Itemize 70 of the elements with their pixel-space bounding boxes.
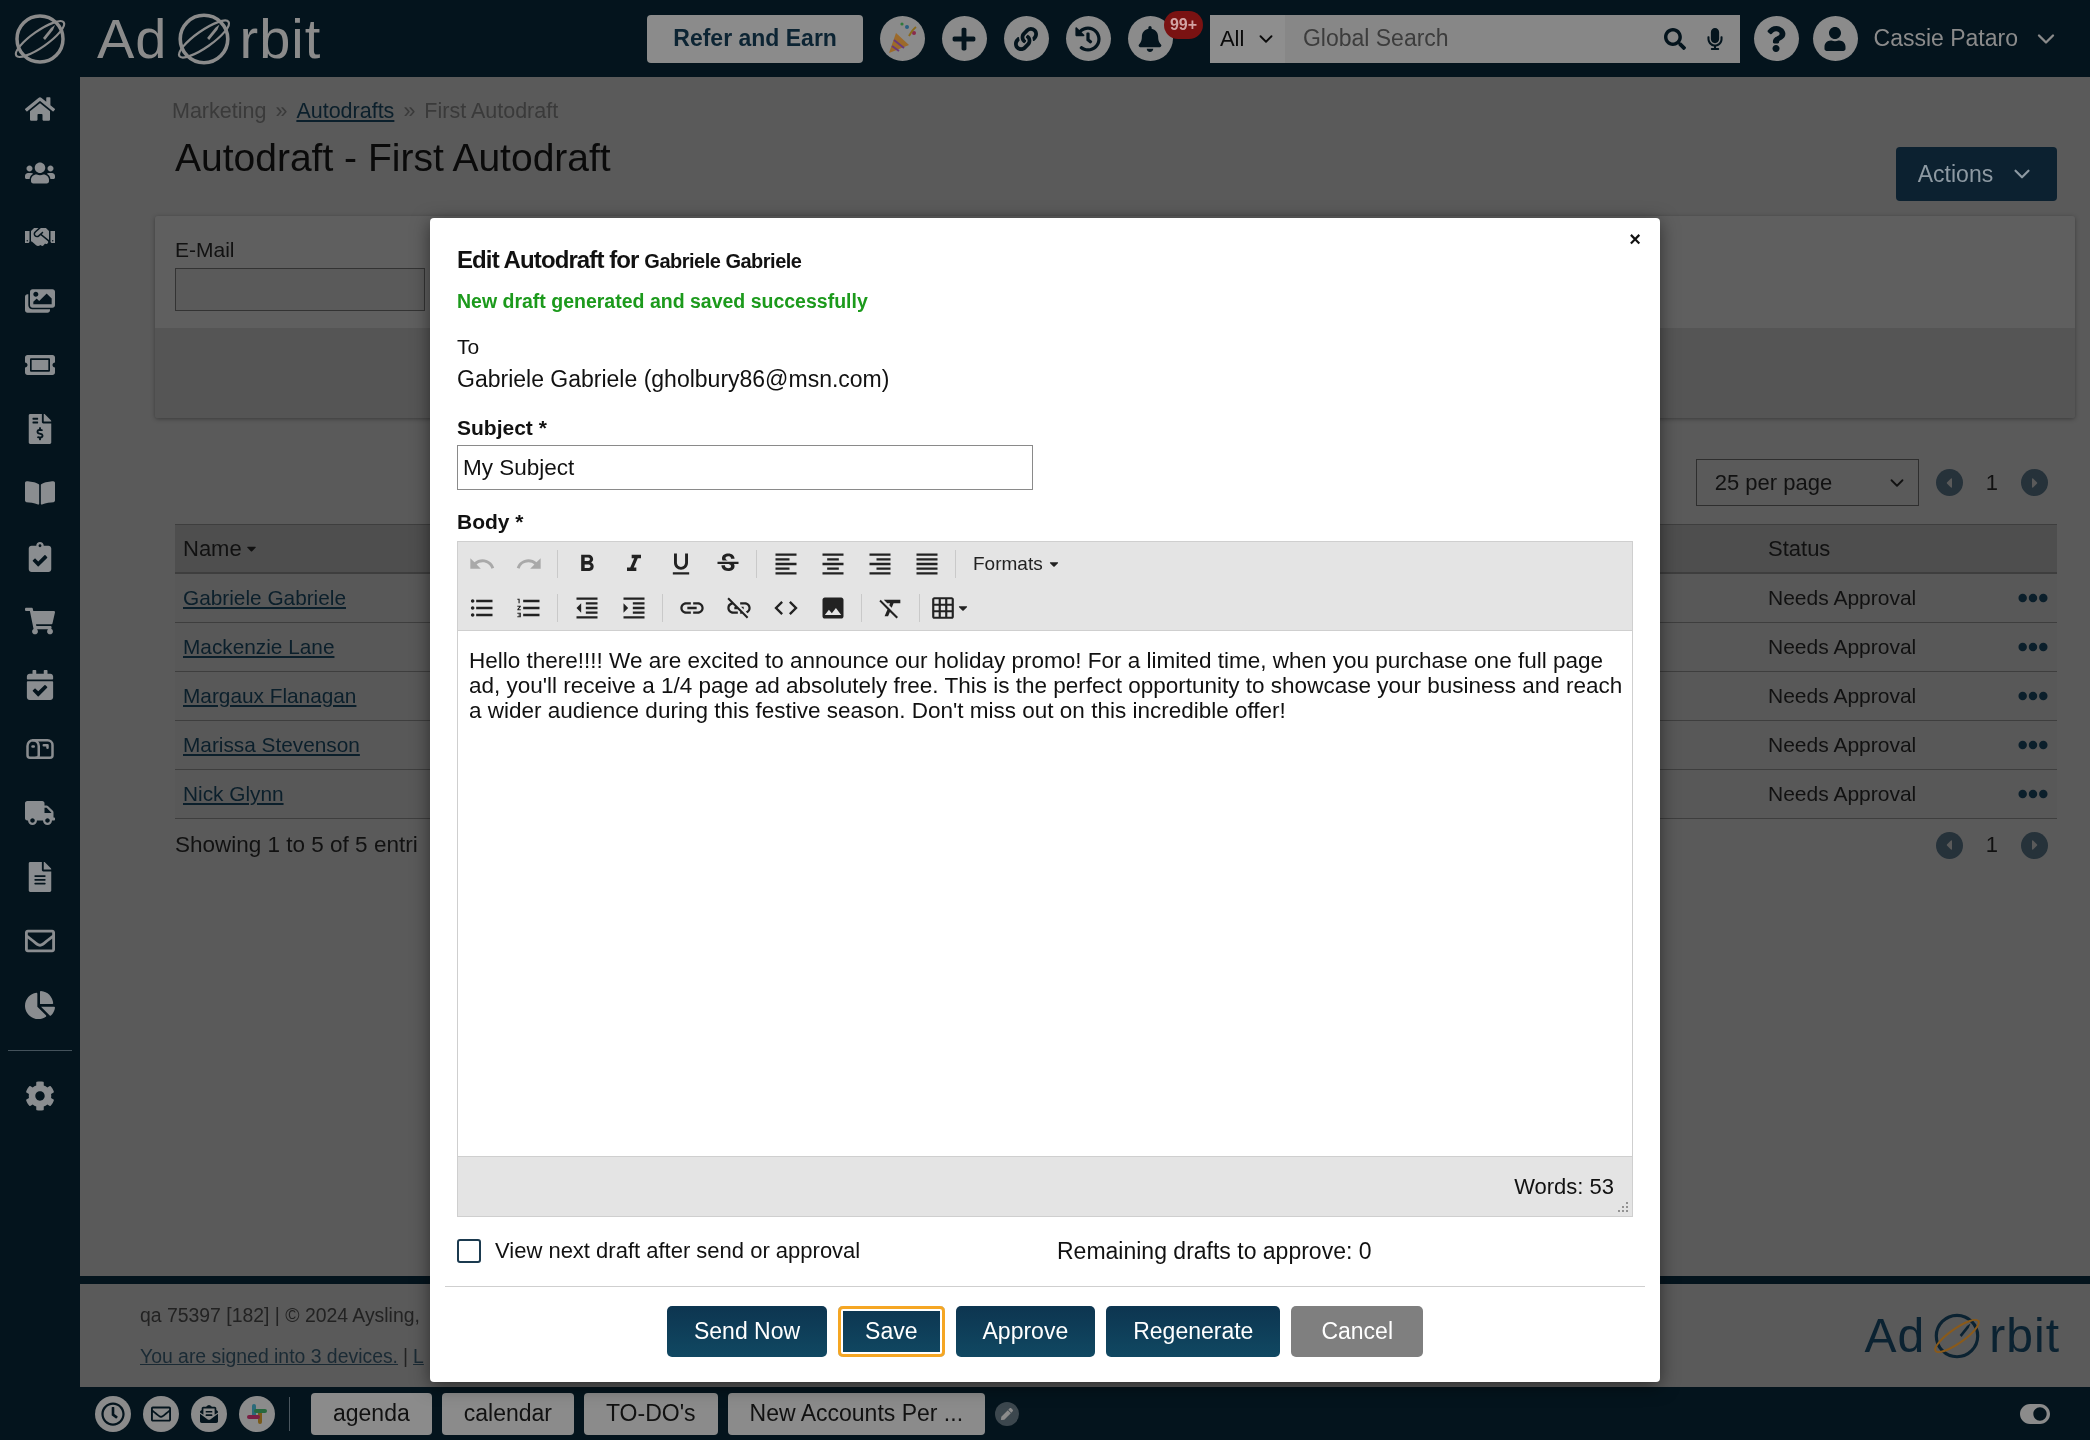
filter-label: E-Mail (175, 238, 235, 262)
remaining-drafts-text: Remaining drafts to approve: 0 (1057, 1237, 1372, 1265)
hash-icon[interactable] (239, 1395, 275, 1432)
breadcrumb-separator: » (275, 98, 288, 124)
calendar-icon[interactable] (25, 670, 55, 700)
formats-dropdown[interactable]: Formats (967, 546, 1067, 582)
status-text: Needs Approval (1768, 635, 1917, 659)
message-icon[interactable] (191, 1395, 227, 1432)
table-icon[interactable] (929, 595, 956, 621)
shopping-cart-icon[interactable] (25, 606, 55, 636)
search-scope-dropdown[interactable]: All (1209, 14, 1285, 63)
search-field[interactable]: Global Search (1300, 24, 1646, 53)
dialog-button[interactable]: Regenerate (1106, 1306, 1281, 1357)
mail-icon[interactable] (143, 1395, 179, 1432)
link-icon[interactable] (1003, 16, 1049, 61)
status-text: Needs Approval (1768, 586, 1917, 610)
history-icon[interactable] (1065, 16, 1111, 61)
body-label: Body * (457, 510, 524, 534)
logo-text: Ad (1864, 1311, 1926, 1360)
truck-icon[interactable] (25, 798, 55, 828)
party-popper-icon[interactable] (879, 16, 925, 61)
logo-text: rbit (239, 10, 322, 67)
email-input-field[interactable] (175, 268, 425, 311)
user-name[interactable]: Cassie Pataro (1873, 25, 2018, 52)
status-text: Needs Approval (1768, 684, 1917, 708)
recipient-text: Gabriele Gabriele (gholbury86@msn.com) (457, 365, 890, 393)
entries-info: Showing 1 to 5 of 5 entri (175, 832, 418, 858)
dialog-button[interactable]: Save (838, 1306, 945, 1357)
images-icon[interactable] (25, 286, 55, 316)
dialog-title: Edit Autodraft for Gabriele Gabriele (457, 245, 802, 275)
taskbar-tab[interactable]: calendar (441, 1392, 574, 1435)
checkbox[interactable] (457, 1239, 481, 1263)
page-title: Autodraft - First Autodraft (175, 135, 611, 181)
status-text: Needs Approval (1768, 782, 1917, 806)
actions-button[interactable]: Actions (1896, 147, 2057, 201)
breadcrumb-separator: » (403, 98, 416, 124)
taskbar-tab[interactable]: agenda (311, 1392, 432, 1435)
word-count: Words: 53 (1514, 1173, 1614, 1200)
notification-badge: 99+ (1163, 11, 1204, 39)
resize-grip-icon[interactable] (1618, 1202, 1628, 1212)
home-icon[interactable] (25, 94, 55, 124)
clock-icon[interactable] (95, 1395, 131, 1432)
pie-chart-icon[interactable] (25, 990, 55, 1020)
page-number: 1 (1984, 469, 1999, 496)
help-icon[interactable] (1753, 16, 1799, 61)
footer-separator: | (403, 1344, 409, 1368)
dialog-button[interactable]: Approve (955, 1306, 1096, 1357)
dialog-button[interactable]: Send Now (666, 1306, 828, 1357)
user-avatar-icon[interactable] (1812, 16, 1858, 61)
refer-and-earn-button[interactable]: Refer and Earn (647, 14, 863, 63)
settings-icon[interactable] (25, 1081, 55, 1111)
checkbox-label: View next draft after send or approval (495, 1238, 861, 1264)
logo-text: Ad (97, 10, 168, 67)
close-button[interactable]: × (1627, 230, 1643, 248)
taskbar-tab[interactable]: New Accounts Per ... (727, 1392, 986, 1435)
search-box[interactable]: Global Search (1284, 14, 1740, 63)
status-text: Needs Approval (1768, 733, 1917, 757)
search-icon[interactable] (1663, 27, 1686, 50)
logo-text: rbit (1989, 1311, 2060, 1360)
add-icon[interactable] (941, 16, 987, 61)
footer-info-text: qa 75397 [182] | © 2024 Aysling, (140, 1303, 421, 1327)
page-number: 1 (1984, 832, 1999, 858)
open-book-icon[interactable] (25, 478, 55, 508)
taskbar-tab[interactable]: TO-DO's (584, 1392, 718, 1435)
pencil-icon[interactable] (995, 1401, 1020, 1426)
dialog-button[interactable]: Cancel (1291, 1306, 1423, 1357)
subject-input-field[interactable]: My Subject (457, 445, 1033, 490)
subject-label: Subject * (457, 416, 547, 440)
success-message: New draft generated and saved successfully (457, 289, 868, 313)
to-label: To (457, 335, 480, 359)
